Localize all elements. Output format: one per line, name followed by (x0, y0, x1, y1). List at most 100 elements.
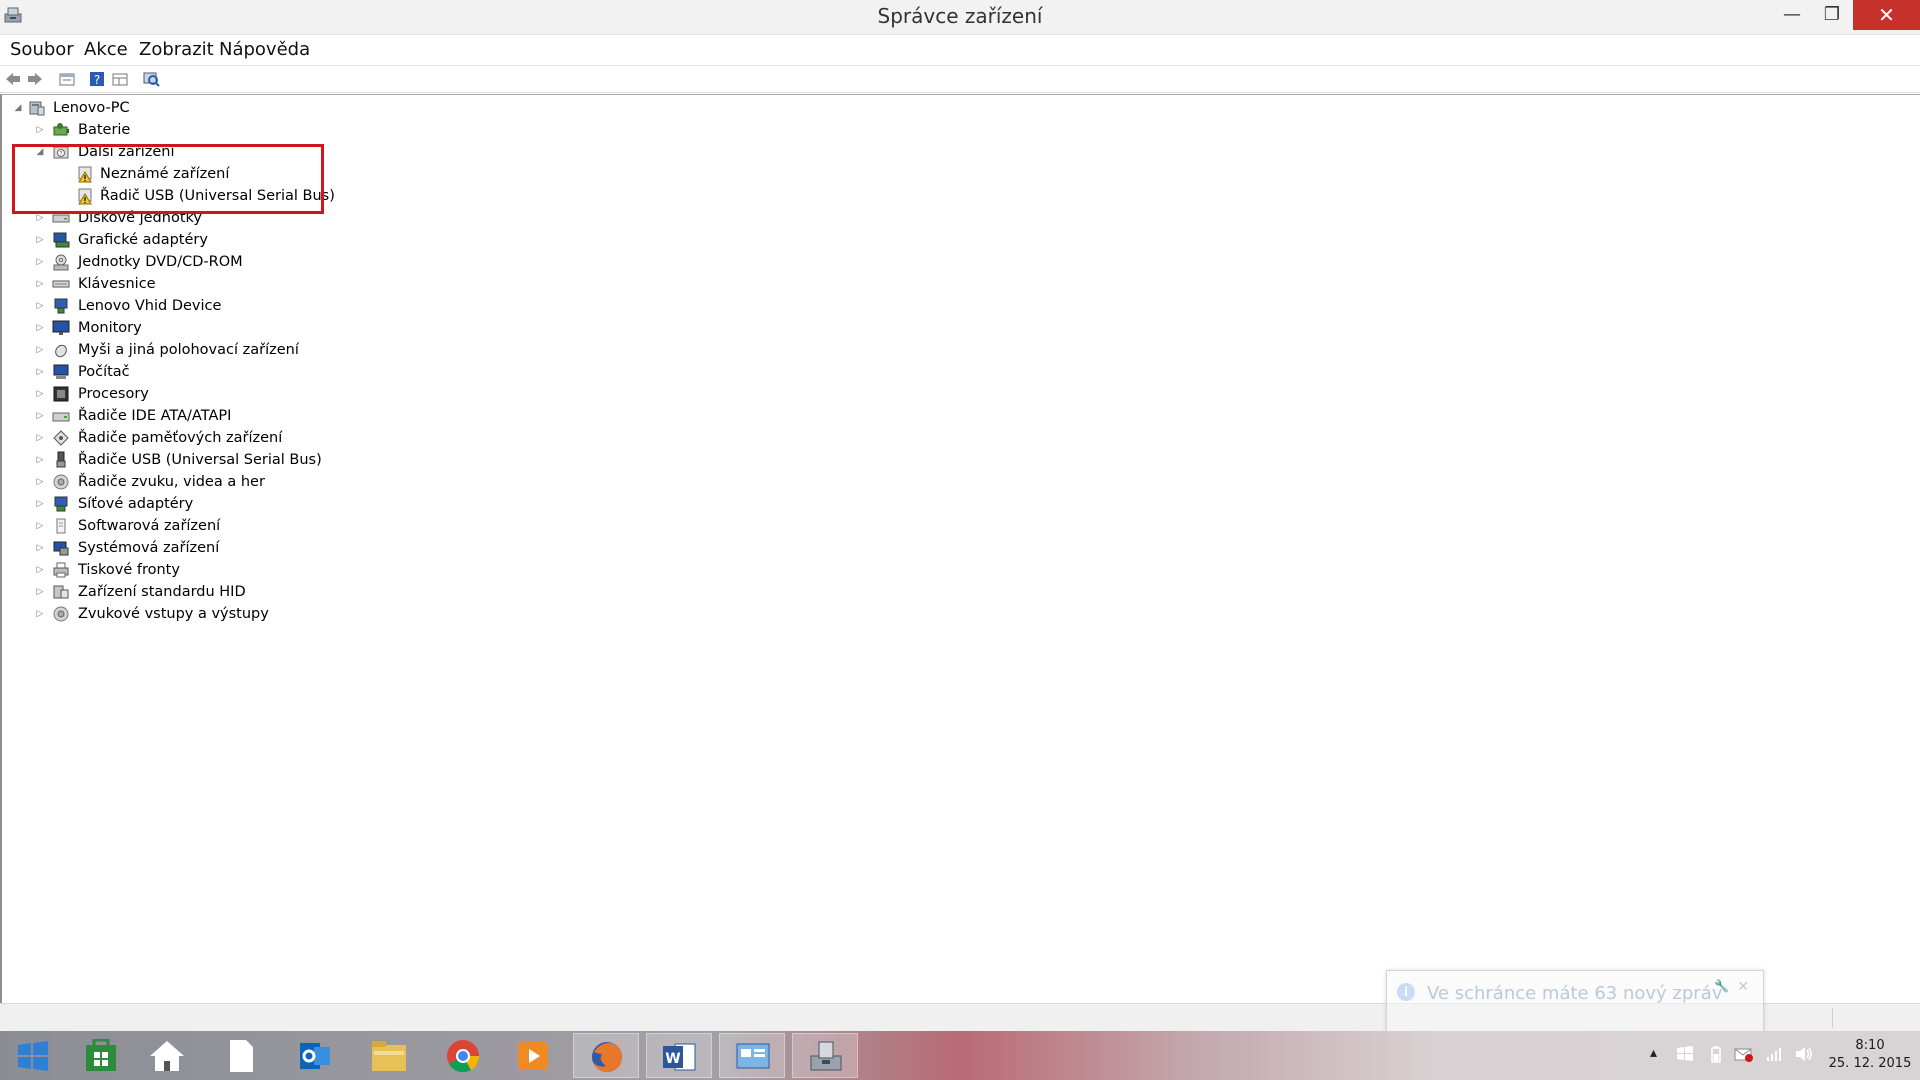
expand-toggle[interactable]: ▷ (34, 317, 46, 339)
tray-expand-icon[interactable]: ▴ (1650, 1045, 1657, 1061)
word-icon: W (663, 1043, 696, 1071)
expand-toggle[interactable]: ▷ (34, 361, 46, 383)
home-app[interactable] (134, 1033, 200, 1078)
battery-tray-icon[interactable] (1710, 1045, 1722, 1067)
store-app[interactable] (68, 1033, 134, 1078)
minimize-button[interactable]: — (1772, 0, 1812, 30)
expand-toggle[interactable]: ▷ (34, 559, 46, 581)
network-adapter-icon (52, 495, 70, 513)
mail-notification[interactable]: i Ve schránce máte 63 nový zpráv 🔧 ✕ (1386, 970, 1764, 1034)
tree-item-label: Zařízení standardu HID (78, 584, 246, 600)
sound-icon (52, 473, 70, 491)
expand-toggle[interactable]: ▷ (34, 295, 46, 317)
tree-item-label: Klávesnice (78, 276, 156, 292)
expand-toggle[interactable]: ▷ (34, 603, 46, 625)
menu-bar: Soubor Akce Zobrazit Nápověda (0, 35, 1920, 66)
red-highlight-box (12, 144, 324, 214)
tree-item-label: Baterie (78, 122, 131, 138)
firefox-icon (592, 1042, 622, 1072)
scan-hardware-icon[interactable] (142, 70, 160, 88)
expand-toggle[interactable]: ▷ (34, 383, 46, 405)
tree-item-label: Řadiče paměťových zařízení (78, 430, 283, 446)
back-icon[interactable] (4, 70, 22, 88)
start-button[interactable] (0, 1033, 66, 1078)
clock-date: 25. 12. 2015 (1828, 1056, 1912, 1071)
expand-toggle[interactable]: ▷ (34, 251, 46, 273)
expand-toggle[interactable]: ▷ (34, 515, 46, 537)
menu-akce[interactable]: Akce (84, 39, 128, 60)
tree-item-label: Řadiče IDE ATA/ATAPI (78, 408, 232, 424)
taskbar-clock[interactable]: 8:10 25. 12. 2015 (1820, 1037, 1920, 1073)
display-adapter-icon (52, 231, 70, 249)
expand-toggle[interactable]: ▷ (34, 449, 46, 471)
media-app[interactable] (500, 1033, 566, 1078)
dvd-drive-icon (52, 253, 70, 271)
system-device-icon (52, 539, 70, 557)
expand-toggle[interactable]: ▷ (34, 119, 46, 141)
ide-controller-icon (52, 407, 70, 425)
battery-icon (52, 121, 70, 139)
printer-icon (52, 561, 70, 579)
svg-text:W: W (665, 1051, 680, 1067)
collapse-root-toggle[interactable]: ◢ (12, 97, 24, 119)
menu-napoveda[interactable]: Nápověda (219, 39, 310, 60)
device-tree: ◢ Lenovo-PC ▷ Baterie ◢ ? Další zařízení… (0, 94, 1920, 1003)
expand-toggle[interactable]: ▷ (34, 493, 46, 515)
window-title: Správce zařízení (877, 4, 1043, 28)
tree-item-label: Tiskové fronty (78, 562, 180, 578)
tree-item-label: Zvukové vstupy a výstupy (78, 606, 269, 622)
expand-toggle[interactable]: ▷ (34, 229, 46, 251)
word-app[interactable]: W (646, 1033, 712, 1078)
audio-io-icon (52, 605, 70, 623)
volume-tray-icon[interactable] (1794, 1045, 1814, 1067)
explorer-icon (372, 1041, 406, 1071)
properties-icon[interactable] (58, 70, 76, 88)
hid-icon (52, 583, 70, 601)
outlook-icon (300, 1043, 330, 1069)
expand-toggle[interactable]: ▷ (34, 581, 46, 603)
tree-item-label: Myši a jiná polohovací zařízení (78, 342, 299, 358)
signal-tray-icon[interactable] (1766, 1045, 1782, 1067)
forward-icon[interactable] (26, 70, 44, 88)
notification-message: Ve schránce máte 63 nový zpráv (1427, 983, 1723, 1004)
monitor-icon (52, 319, 70, 337)
file-icon (230, 1040, 253, 1072)
control-panel-icon (736, 1043, 770, 1069)
chrome-app[interactable] (430, 1033, 496, 1078)
expand-toggle[interactable]: ▷ (34, 537, 46, 559)
maximize-button[interactable]: ❐ (1812, 0, 1852, 30)
processor-icon (52, 385, 70, 403)
settings-icon[interactable]: 🔧 (1714, 979, 1729, 993)
expand-toggle[interactable]: ▷ (34, 405, 46, 427)
file-app[interactable] (208, 1033, 274, 1078)
hid-device-icon (52, 297, 70, 315)
explorer-app[interactable] (356, 1033, 422, 1078)
expand-toggle[interactable]: ▷ (34, 273, 46, 295)
expand-toggle[interactable]: ▷ (34, 471, 46, 493)
menu-soubor[interactable]: Soubor (10, 39, 74, 60)
store-icon (86, 1039, 116, 1071)
media-player-icon (518, 1042, 548, 1070)
close-button[interactable]: ✕ (1853, 0, 1920, 30)
tree-item-label: Procesory (78, 386, 149, 402)
tree-item-label: Síťové adaptéry (78, 496, 194, 512)
menu-zobrazit[interactable]: Zobrazit (139, 39, 214, 60)
device-manager-app[interactable] (792, 1033, 858, 1078)
chrome-icon (447, 1040, 480, 1073)
close-icon[interactable]: ✕ (1737, 979, 1749, 995)
view-icon[interactable] (111, 70, 129, 88)
outlook-app[interactable] (282, 1033, 348, 1078)
computer-root-icon (28, 99, 46, 117)
expand-toggle[interactable]: ▷ (34, 427, 46, 449)
expand-toggle[interactable]: ▷ (34, 339, 46, 361)
mouse-icon (52, 341, 70, 359)
title-bar: Správce zařízení — ❐ ✕ (0, 0, 1920, 35)
mail-tray-icon[interactable] (1734, 1045, 1754, 1067)
control-panel-app[interactable] (719, 1033, 785, 1078)
firefox-app[interactable] (573, 1033, 639, 1078)
tree-item-label: Monitory (78, 320, 142, 336)
taskbar: W ▴ 8:10 25. 12. 2015 (0, 1031, 1920, 1080)
windows-tray-icon[interactable] (1676, 1045, 1694, 1067)
help-icon[interactable]: ? (88, 70, 106, 88)
tree-root-label: Lenovo-PC (53, 100, 130, 116)
